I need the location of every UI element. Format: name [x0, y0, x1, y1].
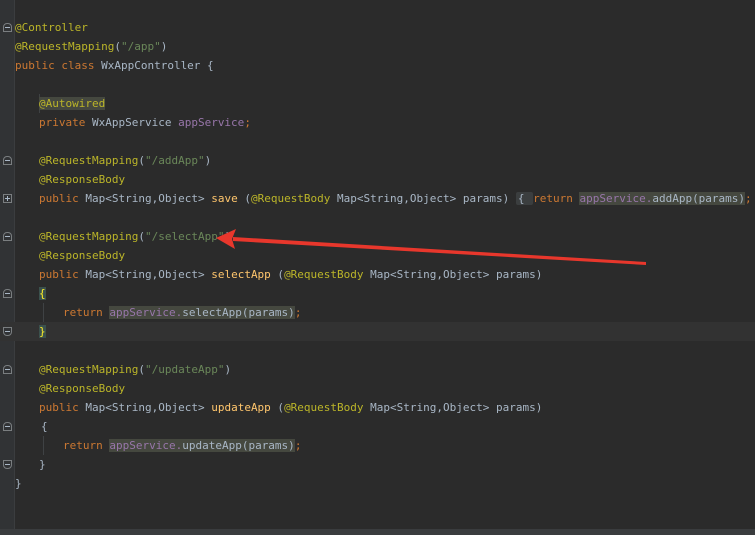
matched-brace: }: [39, 325, 46, 338]
method-name: save: [211, 192, 238, 205]
code-line[interactable]: public class WxAppController {: [0, 56, 755, 75]
semicolon: ;: [294, 439, 302, 452]
annotation-controller: @Controller: [15, 21, 88, 34]
keyword: return: [63, 439, 110, 452]
code-line[interactable]: @Autowired: [0, 94, 755, 113]
paren: (: [270, 268, 285, 281]
code-line[interactable]: @RequestMapping("/updateApp"): [0, 360, 755, 379]
semicolon: ;: [294, 306, 302, 319]
annotation-autowired: @Autowired: [39, 97, 106, 110]
annotation-request-mapping: @RequestMapping: [15, 40, 115, 53]
paren: (: [114, 40, 121, 53]
open-brace: {: [41, 420, 48, 433]
fold-expand-icon[interactable]: [3, 194, 12, 203]
paren: (: [138, 154, 145, 167]
annotation-request-mapping: @RequestMapping: [39, 154, 139, 167]
return-type: Map<String,Object>: [85, 401, 212, 414]
keyword: public: [39, 192, 86, 205]
code-line[interactable]: return appService.updateApp(params);: [0, 436, 755, 455]
code-line[interactable]: @RequestMapping("/app"): [0, 37, 755, 56]
paren: ): [160, 40, 168, 53]
semicolon: ;: [745, 192, 752, 205]
fold-collapse-icon[interactable]: [3, 327, 12, 336]
code-line[interactable]: }: [0, 455, 755, 474]
paren: ): [224, 230, 232, 243]
keyword: public: [39, 268, 86, 281]
parameter-list: Map<String,Object> params): [337, 192, 516, 205]
code-line[interactable]: {: [0, 417, 755, 436]
annotation-response-body: @ResponseBody: [39, 173, 126, 186]
return-type: Map<String,Object>: [85, 192, 212, 205]
code-line[interactable]: private WxAppService appService;: [0, 113, 755, 132]
code-line[interactable]: public Map<String,Object> selectApp (@Re…: [0, 265, 755, 284]
fold-collapse-icon[interactable]: [3, 23, 12, 32]
code-line[interactable]: @ResponseBody: [0, 246, 755, 265]
code-line[interactable]: public Map<String,Object> updateApp (@Re…: [0, 398, 755, 417]
code-line[interactable]: @ResponseBody: [0, 170, 755, 189]
code-line[interactable]: @ResponseBody: [0, 379, 755, 398]
current-code-line[interactable]: }: [0, 322, 755, 341]
parameter-list: Map<String,Object> params): [370, 401, 543, 414]
keyword: return: [533, 192, 580, 205]
code-line[interactable]: @RequestMapping("/addApp"): [0, 151, 755, 170]
code-line[interactable]: return appService.selectApp(params);: [0, 303, 755, 322]
string-literal: "/selectApp": [144, 230, 225, 243]
method-name: selectApp: [211, 268, 271, 281]
fold-collapse-icon[interactable]: [3, 289, 12, 298]
paren: (: [138, 363, 145, 376]
fold-collapse-icon[interactable]: [3, 460, 12, 469]
keyword: return: [63, 306, 110, 319]
code-line[interactable]: public Map<String,Object> save (@Request…: [0, 189, 755, 208]
indent-guide: [43, 436, 44, 455]
code-line[interactable]: @RequestMapping("/selectApp"): [0, 227, 755, 246]
semicolon: ;: [244, 116, 251, 129]
folded-brace[interactable]: {: [515, 192, 534, 205]
field-reference: appService.: [109, 306, 183, 319]
fold-collapse-icon[interactable]: [3, 422, 12, 431]
annotation-request-mapping: @RequestMapping: [39, 363, 139, 376]
field-reference: appService.: [579, 192, 653, 205]
paren: ): [204, 154, 212, 167]
paren: (: [138, 230, 145, 243]
method-call: updateApp(params): [182, 439, 295, 452]
annotation-request-body: @RequestBody: [250, 192, 338, 205]
string-literal: "/app": [120, 40, 161, 53]
code-line[interactable]: }: [0, 474, 755, 493]
keyword: private: [39, 116, 92, 129]
class-name: WxAppController {: [101, 59, 214, 72]
paren: (: [237, 192, 251, 205]
paren: (: [270, 401, 285, 414]
annotation-request-body: @RequestBody: [284, 401, 371, 414]
method-call: selectApp(params): [182, 306, 295, 319]
fold-collapse-icon[interactable]: [3, 365, 12, 374]
keyword: public class: [15, 59, 102, 72]
annotation-response-body: @ResponseBody: [39, 382, 126, 395]
paren: ): [224, 363, 232, 376]
annotation-request-body: @RequestBody: [284, 268, 371, 281]
parameter-list: Map<String,Object> params): [370, 268, 543, 281]
method-call: addApp(params): [652, 192, 746, 205]
field-name: appService: [178, 116, 245, 129]
field-reference: appService.: [109, 439, 183, 452]
close-brace: }: [15, 477, 22, 490]
fold-collapse-icon[interactable]: [3, 232, 12, 241]
fold-collapse-icon[interactable]: [3, 156, 12, 165]
code-editor[interactable]: @Controller @RequestMapping("/app") publ…: [0, 0, 755, 535]
matched-brace: {: [39, 287, 46, 300]
code-line[interactable]: @Controller: [0, 18, 755, 37]
indent-guide: [43, 303, 44, 322]
annotation-request-mapping: @RequestMapping: [39, 230, 139, 243]
string-literal: "/addApp": [144, 154, 205, 167]
type-name: WxAppService: [91, 116, 179, 129]
code-line[interactable]: {: [0, 284, 755, 303]
keyword: public: [39, 401, 86, 414]
method-name: updateApp: [211, 401, 271, 414]
annotation-response-body: @ResponseBody: [39, 249, 126, 262]
horizontal-scrollbar[interactable]: [0, 529, 755, 535]
return-type: Map<String,Object>: [85, 268, 212, 281]
string-literal: "/updateApp": [144, 363, 225, 376]
close-brace: }: [39, 458, 46, 471]
